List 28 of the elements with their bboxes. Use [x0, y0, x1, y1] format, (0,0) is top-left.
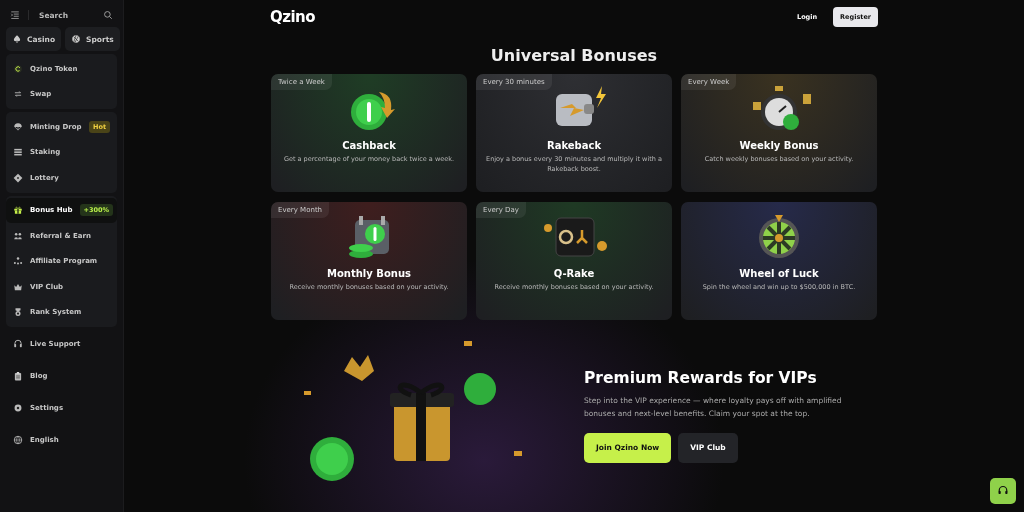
people-icon [13, 230, 23, 241]
token-icon [13, 63, 23, 74]
network-icon [13, 256, 23, 267]
stack-icon [13, 147, 23, 158]
card-title: Q-Rake [553, 268, 595, 279]
logo[interactable]: Qzino [270, 8, 316, 26]
menu-icon[interactable] [10, 10, 20, 20]
card-title: Wheel of Luck [739, 268, 819, 279]
clipboard-icon [13, 371, 23, 382]
parachute-icon [13, 121, 23, 132]
spade-icon [12, 34, 22, 44]
swap-icon [13, 89, 23, 100]
gear-icon [13, 403, 23, 413]
medal-icon [13, 307, 23, 318]
headset-icon [13, 339, 23, 350]
card-title: Monthly Bonus [327, 268, 411, 279]
section-title: Universal Bonuses [490, 46, 658, 65]
card-title: Rakeback [546, 140, 602, 151]
gift-icon [13, 205, 23, 216]
globe-icon [13, 434, 23, 445]
support-button[interactable] [990, 478, 1016, 504]
card-title: Weekly Bonus [739, 140, 819, 151]
headset-icon [997, 485, 1009, 497]
card-title: Cashback [342, 140, 396, 151]
search-icon[interactable] [103, 10, 113, 20]
ball-icon [71, 34, 82, 44]
vip-title: Premium Rewards for VIPs [584, 369, 818, 388]
ticket-icon [13, 172, 23, 183]
